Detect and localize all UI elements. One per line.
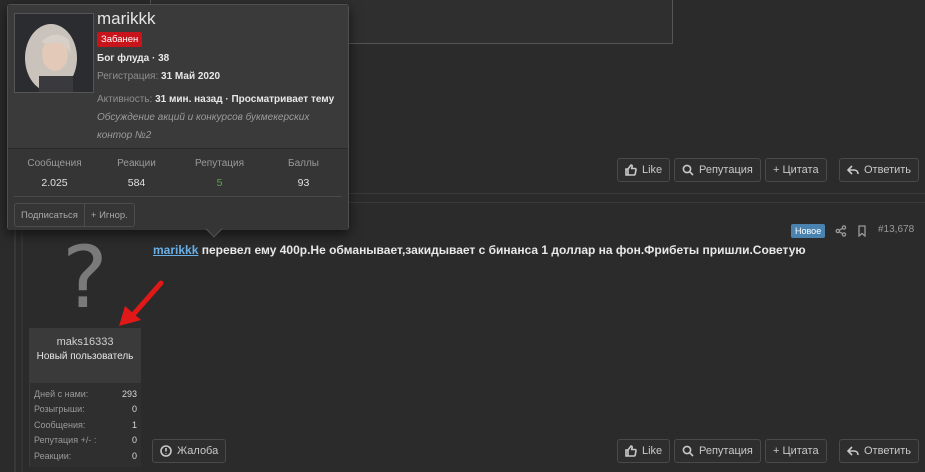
author-stat-row: Репутация +/- :0 <box>34 435 137 446</box>
like-button[interactable]: Like <box>617 158 671 182</box>
reply-icon <box>847 165 859 175</box>
like-button[interactable]: Like <box>617 439 671 463</box>
activity-info: Активность: 31 мин. назад · Просматривае… <box>97 94 335 141</box>
author-stats: Дней с нами: 293 Розыгрыши: 0 Сообщения: 1 … <box>29 383 141 467</box>
reputation-label: Репутация <box>699 445 753 457</box>
stat-value[interactable]: 584 <box>99 177 174 189</box>
thumbs-up-icon <box>625 445 637 457</box>
stat-label: Реакции <box>117 158 156 169</box>
new-badge: Новое <box>791 224 826 238</box>
share-icon[interactable] <box>835 225 847 237</box>
report-button[interactable]: Жалоба <box>152 439 227 463</box>
author-stat-row: Сообщения: 1 <box>34 419 137 430</box>
stat-value[interactable]: 5 <box>182 177 257 189</box>
post-number[interactable]: #13,678 <box>878 224 914 235</box>
user-card-popup: marikkk Забанен Бог флуда · 38 Регистрац… <box>7 4 349 230</box>
author-info: maks16333 Новый пользователь <box>29 328 141 383</box>
reputation-button[interactable]: Репутация <box>674 439 761 463</box>
author-stat-row: Розыгрыши: 0 <box>34 404 137 415</box>
reply-label: Ответить <box>864 164 912 176</box>
stat-label: Сообщения <box>27 158 82 169</box>
author-stat-row: Дней с нами: 293 <box>34 389 137 399</box>
user-mention[interactable]: marikkk <box>153 243 198 257</box>
stat-value[interactable]: 2.025 <box>17 177 92 189</box>
author-title: Новый пользователь <box>36 351 134 362</box>
like-label: Like <box>642 164 663 176</box>
banned-badge: Забанен <box>97 32 143 47</box>
user-card-avatar[interactable] <box>14 13 94 93</box>
reply-icon <box>847 446 859 456</box>
ignore-button[interactable]: + Игнор. <box>83 204 134 226</box>
post-text: перевел ему 400р.Не обманывает,закидывае… <box>198 243 806 257</box>
thread-rail <box>14 205 16 472</box>
bookmark-icon[interactable] <box>856 225 868 237</box>
arrow-annotation <box>119 280 164 326</box>
report-label: Жалоба <box>177 445 219 457</box>
user-card-username[interactable]: marikkk <box>97 9 156 29</box>
like-label: Like <box>642 445 663 457</box>
post-message: marikkk перевел ему 400р.Не обманывает,з… <box>153 243 806 257</box>
thumbs-up-icon <box>625 164 637 176</box>
author-stat-row: Реакции: 0 <box>34 450 137 461</box>
follow-button[interactable]: Подписаться <box>15 204 84 226</box>
reply-button[interactable]: Ответить <box>839 439 920 463</box>
report-icon <box>160 445 172 457</box>
quote-label: + Цитата <box>773 164 819 176</box>
avatar-placeholder-glyph: ? <box>62 228 108 328</box>
reputation-button[interactable]: Репутация <box>674 158 761 182</box>
search-icon <box>682 445 694 457</box>
quote-button[interactable]: + Цитата <box>765 439 827 463</box>
stat-label: Репутация <box>195 158 244 169</box>
search-icon <box>682 164 694 176</box>
registration-info: Регистрация: 31 Май 2020 <box>97 71 221 82</box>
stat-label: Баллы <box>288 158 319 169</box>
quote-label: + Цитата <box>773 445 819 457</box>
reputation-label: Репутация <box>699 164 753 176</box>
reply-label: Ответить <box>864 445 912 457</box>
reply-button[interactable]: Ответить <box>839 158 920 182</box>
follow-button-group: Подписаться + Игнор. <box>14 203 135 227</box>
user-rank: Бог флуда · 38 <box>97 53 170 64</box>
author-username[interactable]: maks16333 <box>29 336 141 348</box>
thread-rail <box>21 205 23 472</box>
thread-link[interactable]: Обсуждение акций и конкурсов букмекерски… <box>97 112 309 141</box>
stat-value[interactable]: 93 <box>266 177 341 189</box>
quote-button[interactable]: + Цитата <box>765 158 827 182</box>
